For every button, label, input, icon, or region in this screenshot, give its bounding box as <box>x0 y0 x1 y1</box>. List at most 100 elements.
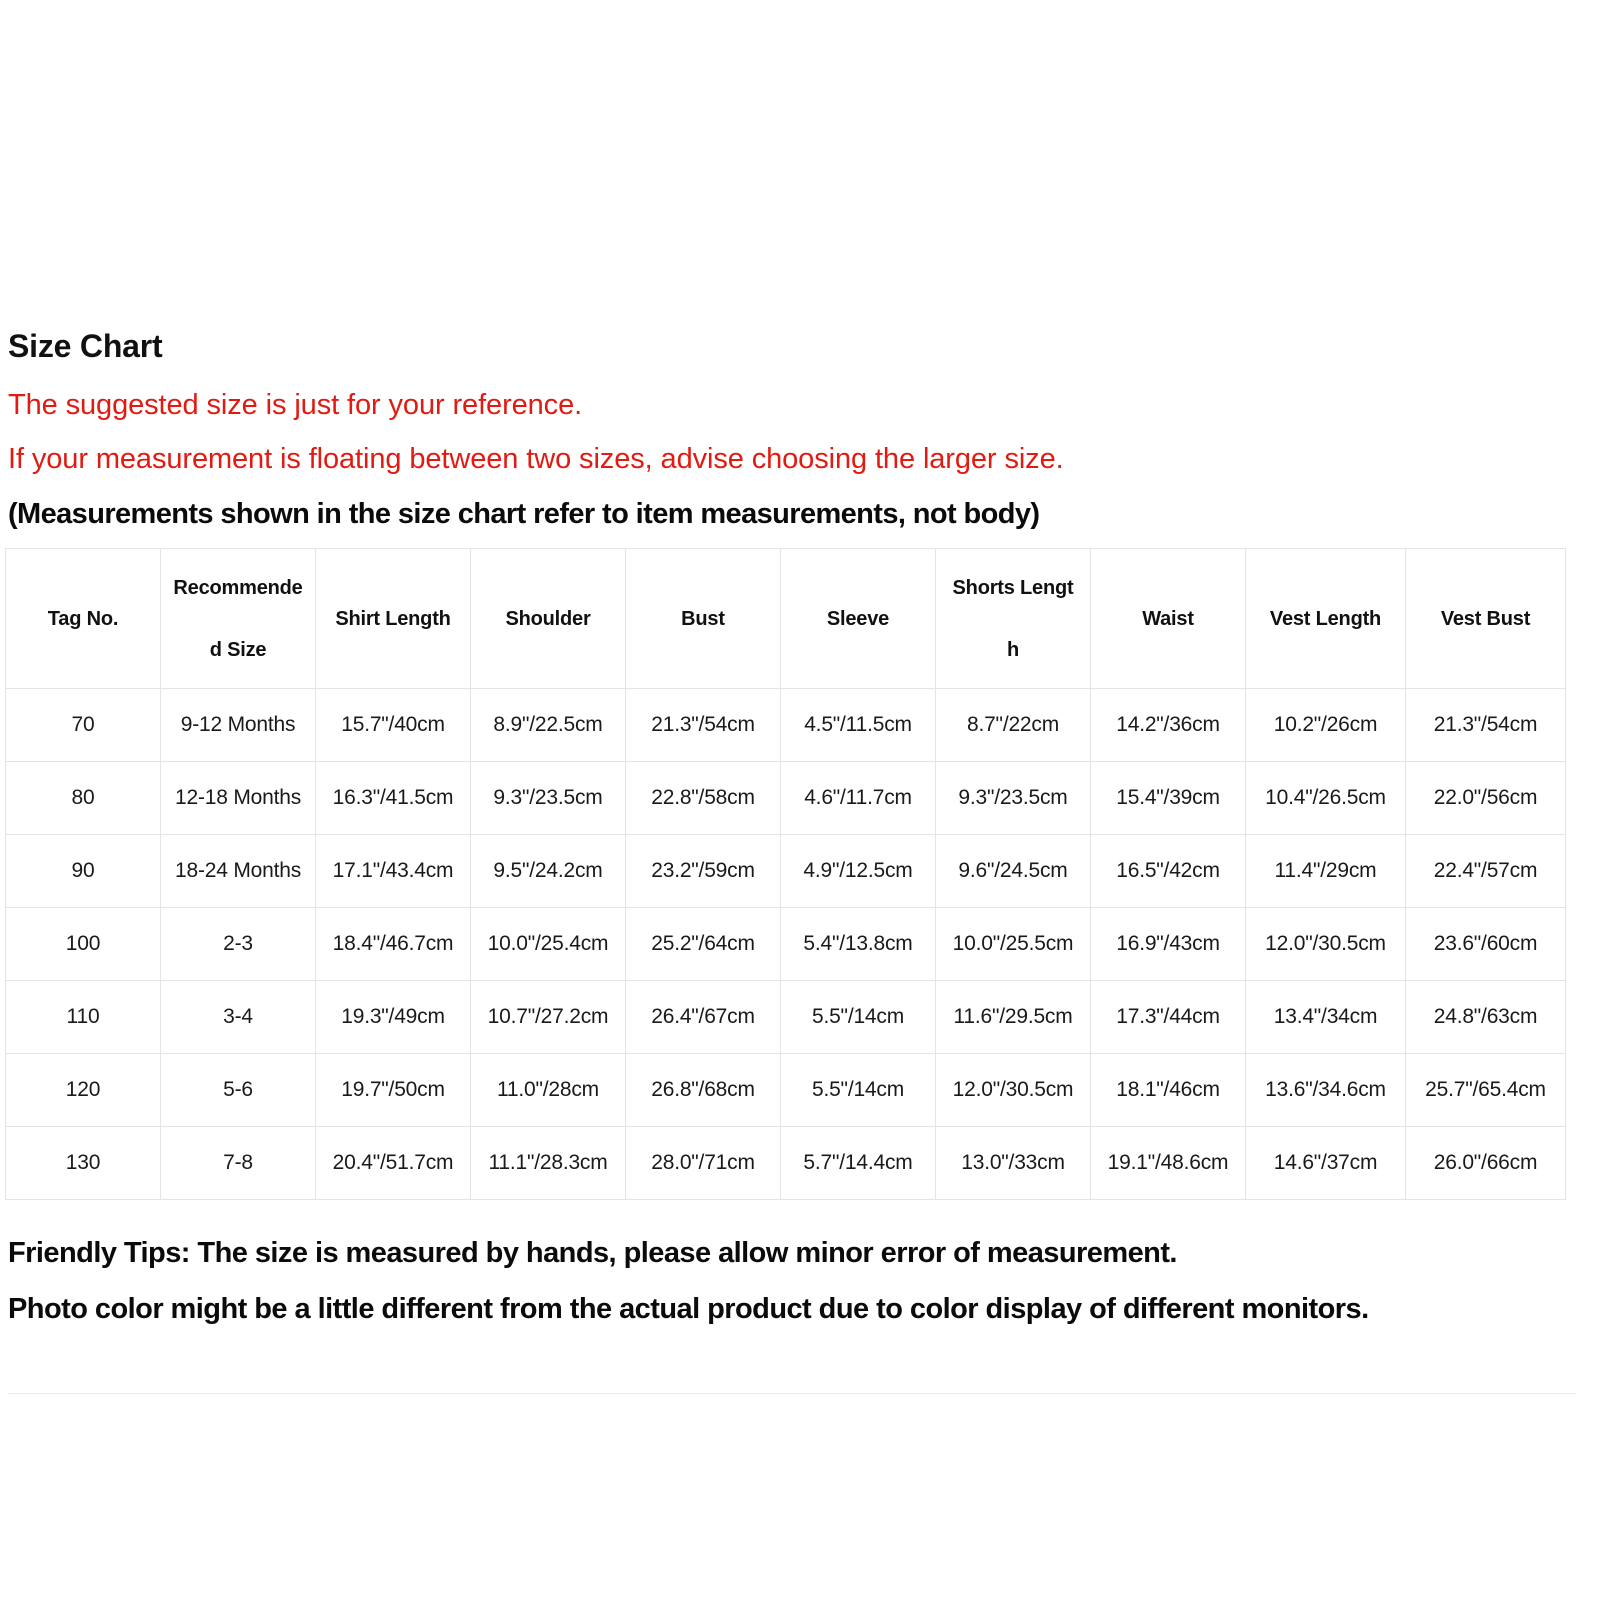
size-table-body: 70 9-12 Months 15.7"/40cm 8.9"/22.5cm 21… <box>5 688 1566 1200</box>
cell-tag-no: 80 <box>5 761 161 835</box>
cell-waist: 16.9"/43cm <box>1090 907 1246 981</box>
cell-shorts-length: 9.6"/24.5cm <box>935 834 1091 908</box>
cell-shorts-length: 9.3"/23.5cm <box>935 761 1091 835</box>
header-text-line2: d Size <box>209 638 267 661</box>
header-text-line1: Waist <box>1142 607 1194 630</box>
reference-note-line-2: If your measurement is floating between … <box>8 443 1064 475</box>
cell-sleeve: 4.9"/12.5cm <box>780 834 936 908</box>
cell-tag-no: 130 <box>5 1126 161 1200</box>
cell-recommended-size: 18-24 Months <box>160 834 316 908</box>
cell-shirt-length: 19.7"/50cm <box>315 1053 471 1127</box>
column-header-waist: Waist <box>1090 548 1246 689</box>
cell-recommended-size: 2-3 <box>160 907 316 981</box>
cell-shorts-length: 11.6"/29.5cm <box>935 980 1091 1054</box>
reference-note-line-1: The suggested size is just for your refe… <box>8 389 583 421</box>
cell-shoulder: 9.5"/24.2cm <box>470 834 626 908</box>
column-header-shoulder: Shoulder <box>470 548 626 689</box>
header-text-line1: Vest Bust <box>1440 607 1531 630</box>
cell-bust: 26.8"/68cm <box>625 1053 781 1127</box>
cell-vest-bust: 24.8"/63cm <box>1405 980 1566 1054</box>
cell-shoulder: 11.0"/28cm <box>470 1053 626 1127</box>
cell-vest-length: 14.6"/37cm <box>1245 1126 1406 1200</box>
header-text-line1: Bust <box>681 607 725 630</box>
cell-vest-bust: 22.0"/56cm <box>1405 761 1566 835</box>
cell-shoulder: 10.7"/27.2cm <box>470 980 626 1054</box>
cell-recommended-size: 5-6 <box>160 1053 316 1127</box>
cell-waist: 16.5"/42cm <box>1090 834 1246 908</box>
cell-vest-bust: 26.0"/66cm <box>1405 1126 1566 1200</box>
cell-waist: 18.1"/46cm <box>1090 1053 1246 1127</box>
cell-vest-bust: 25.7"/65.4cm <box>1405 1053 1566 1127</box>
column-header-shorts-length: Shorts Lengt h <box>935 548 1091 689</box>
cell-shirt-length: 15.7"/40cm <box>315 688 471 762</box>
table-row: 110 3-4 19.3"/49cm 10.7"/27.2cm 26.4"/67… <box>5 980 1566 1054</box>
column-header-tag-no: Tag No. <box>5 548 161 689</box>
cell-vest-length: 12.0"/30.5cm <box>1245 907 1406 981</box>
measurement-disclaimer: (Measurements shown in the size chart re… <box>8 498 1040 530</box>
column-header-shirt-length: Shirt Length <box>315 548 471 689</box>
table-row: 120 5-6 19.7"/50cm 11.0"/28cm 26.8"/68cm… <box>5 1053 1566 1127</box>
cell-vest-length: 10.4"/26.5cm <box>1245 761 1406 835</box>
size-table: Tag No. Recommende d Size Shirt Length S… <box>5 548 1566 1200</box>
cell-waist: 19.1"/48.6cm <box>1090 1126 1246 1200</box>
cell-shorts-length: 13.0"/33cm <box>935 1126 1091 1200</box>
header-text-line1: Shirt Length <box>335 607 451 630</box>
cell-shorts-length: 10.0"/25.5cm <box>935 907 1091 981</box>
column-header-recommended-size: Recommende d Size <box>160 548 316 689</box>
cell-shoulder: 10.0"/25.4cm <box>470 907 626 981</box>
cell-shirt-length: 20.4"/51.7cm <box>315 1126 471 1200</box>
cell-vest-length: 13.4"/34cm <box>1245 980 1406 1054</box>
cell-recommended-size: 3-4 <box>160 980 316 1054</box>
cell-sleeve: 4.6"/11.7cm <box>780 761 936 835</box>
header-text-line2: h <box>1006 638 1020 661</box>
cell-shirt-length: 19.3"/49cm <box>315 980 471 1054</box>
cell-bust: 28.0"/71cm <box>625 1126 781 1200</box>
friendly-tips-line: Friendly Tips: The size is measured by h… <box>8 1237 1177 1269</box>
size-chart-page: Size Chart The suggested size is just fo… <box>0 0 1600 1600</box>
cell-recommended-size: 9-12 Months <box>160 688 316 762</box>
size-table-wrapper: Tag No. Recommende d Size Shirt Length S… <box>5 548 1566 1200</box>
header-text-line1: Vest Length <box>1269 607 1382 630</box>
cell-shirt-length: 16.3"/41.5cm <box>315 761 471 835</box>
cell-sleeve: 5.5"/14cm <box>780 1053 936 1127</box>
intro-block: Size Chart The suggested size is just fo… <box>8 326 1592 542</box>
header-text-line1: Shorts Lengt <box>952 576 1074 599</box>
column-header-vest-length: Vest Length <box>1245 548 1406 689</box>
cell-vest-length: 11.4"/29cm <box>1245 834 1406 908</box>
cell-bust: 22.8"/58cm <box>625 761 781 835</box>
table-row: 70 9-12 Months 15.7"/40cm 8.9"/22.5cm 21… <box>5 688 1566 762</box>
column-header-sleeve: Sleeve <box>780 548 936 689</box>
header-text-line1: Recommende <box>173 576 303 599</box>
header-text-line1: Shoulder <box>505 607 591 630</box>
header-text-line1: Sleeve <box>826 607 890 630</box>
cell-tag-no: 110 <box>5 980 161 1054</box>
cell-shoulder: 9.3"/23.5cm <box>470 761 626 835</box>
footer-block: Friendly Tips: The size is measured by h… <box>8 1225 1592 1337</box>
cell-bust: 26.4"/67cm <box>625 980 781 1054</box>
cell-vest-bust: 22.4"/57cm <box>1405 834 1566 908</box>
cell-tag-no: 100 <box>5 907 161 981</box>
cell-shoulder: 8.9"/22.5cm <box>470 688 626 762</box>
cell-sleeve: 5.5"/14cm <box>780 980 936 1054</box>
cell-bust: 21.3"/54cm <box>625 688 781 762</box>
table-row: 130 7-8 20.4"/51.7cm 11.1"/28.3cm 28.0"/… <box>5 1126 1566 1200</box>
cell-recommended-size: 12-18 Months <box>160 761 316 835</box>
cell-bust: 23.2"/59cm <box>625 834 781 908</box>
bottom-divider <box>8 1393 1576 1394</box>
cell-vest-length: 13.6"/34.6cm <box>1245 1053 1406 1127</box>
cell-shoulder: 11.1"/28.3cm <box>470 1126 626 1200</box>
size-table-header: Tag No. Recommende d Size Shirt Length S… <box>5 548 1566 689</box>
cell-sleeve: 5.4"/13.8cm <box>780 907 936 981</box>
cell-shorts-length: 8.7"/22cm <box>935 688 1091 762</box>
page-title: Size Chart <box>8 328 163 364</box>
cell-shirt-length: 17.1"/43.4cm <box>315 834 471 908</box>
cell-sleeve: 4.5"/11.5cm <box>780 688 936 762</box>
photo-color-disclaimer: Photo color might be a little different … <box>8 1293 1369 1325</box>
table-row: 80 12-18 Months 16.3"/41.5cm 9.3"/23.5cm… <box>5 761 1566 835</box>
cell-vest-bust: 21.3"/54cm <box>1405 688 1566 762</box>
cell-shirt-length: 18.4"/46.7cm <box>315 907 471 981</box>
cell-bust: 25.2"/64cm <box>625 907 781 981</box>
header-text-line1: Tag No. <box>47 607 119 630</box>
cell-vest-length: 10.2"/26cm <box>1245 688 1406 762</box>
cell-waist: 15.4"/39cm <box>1090 761 1246 835</box>
